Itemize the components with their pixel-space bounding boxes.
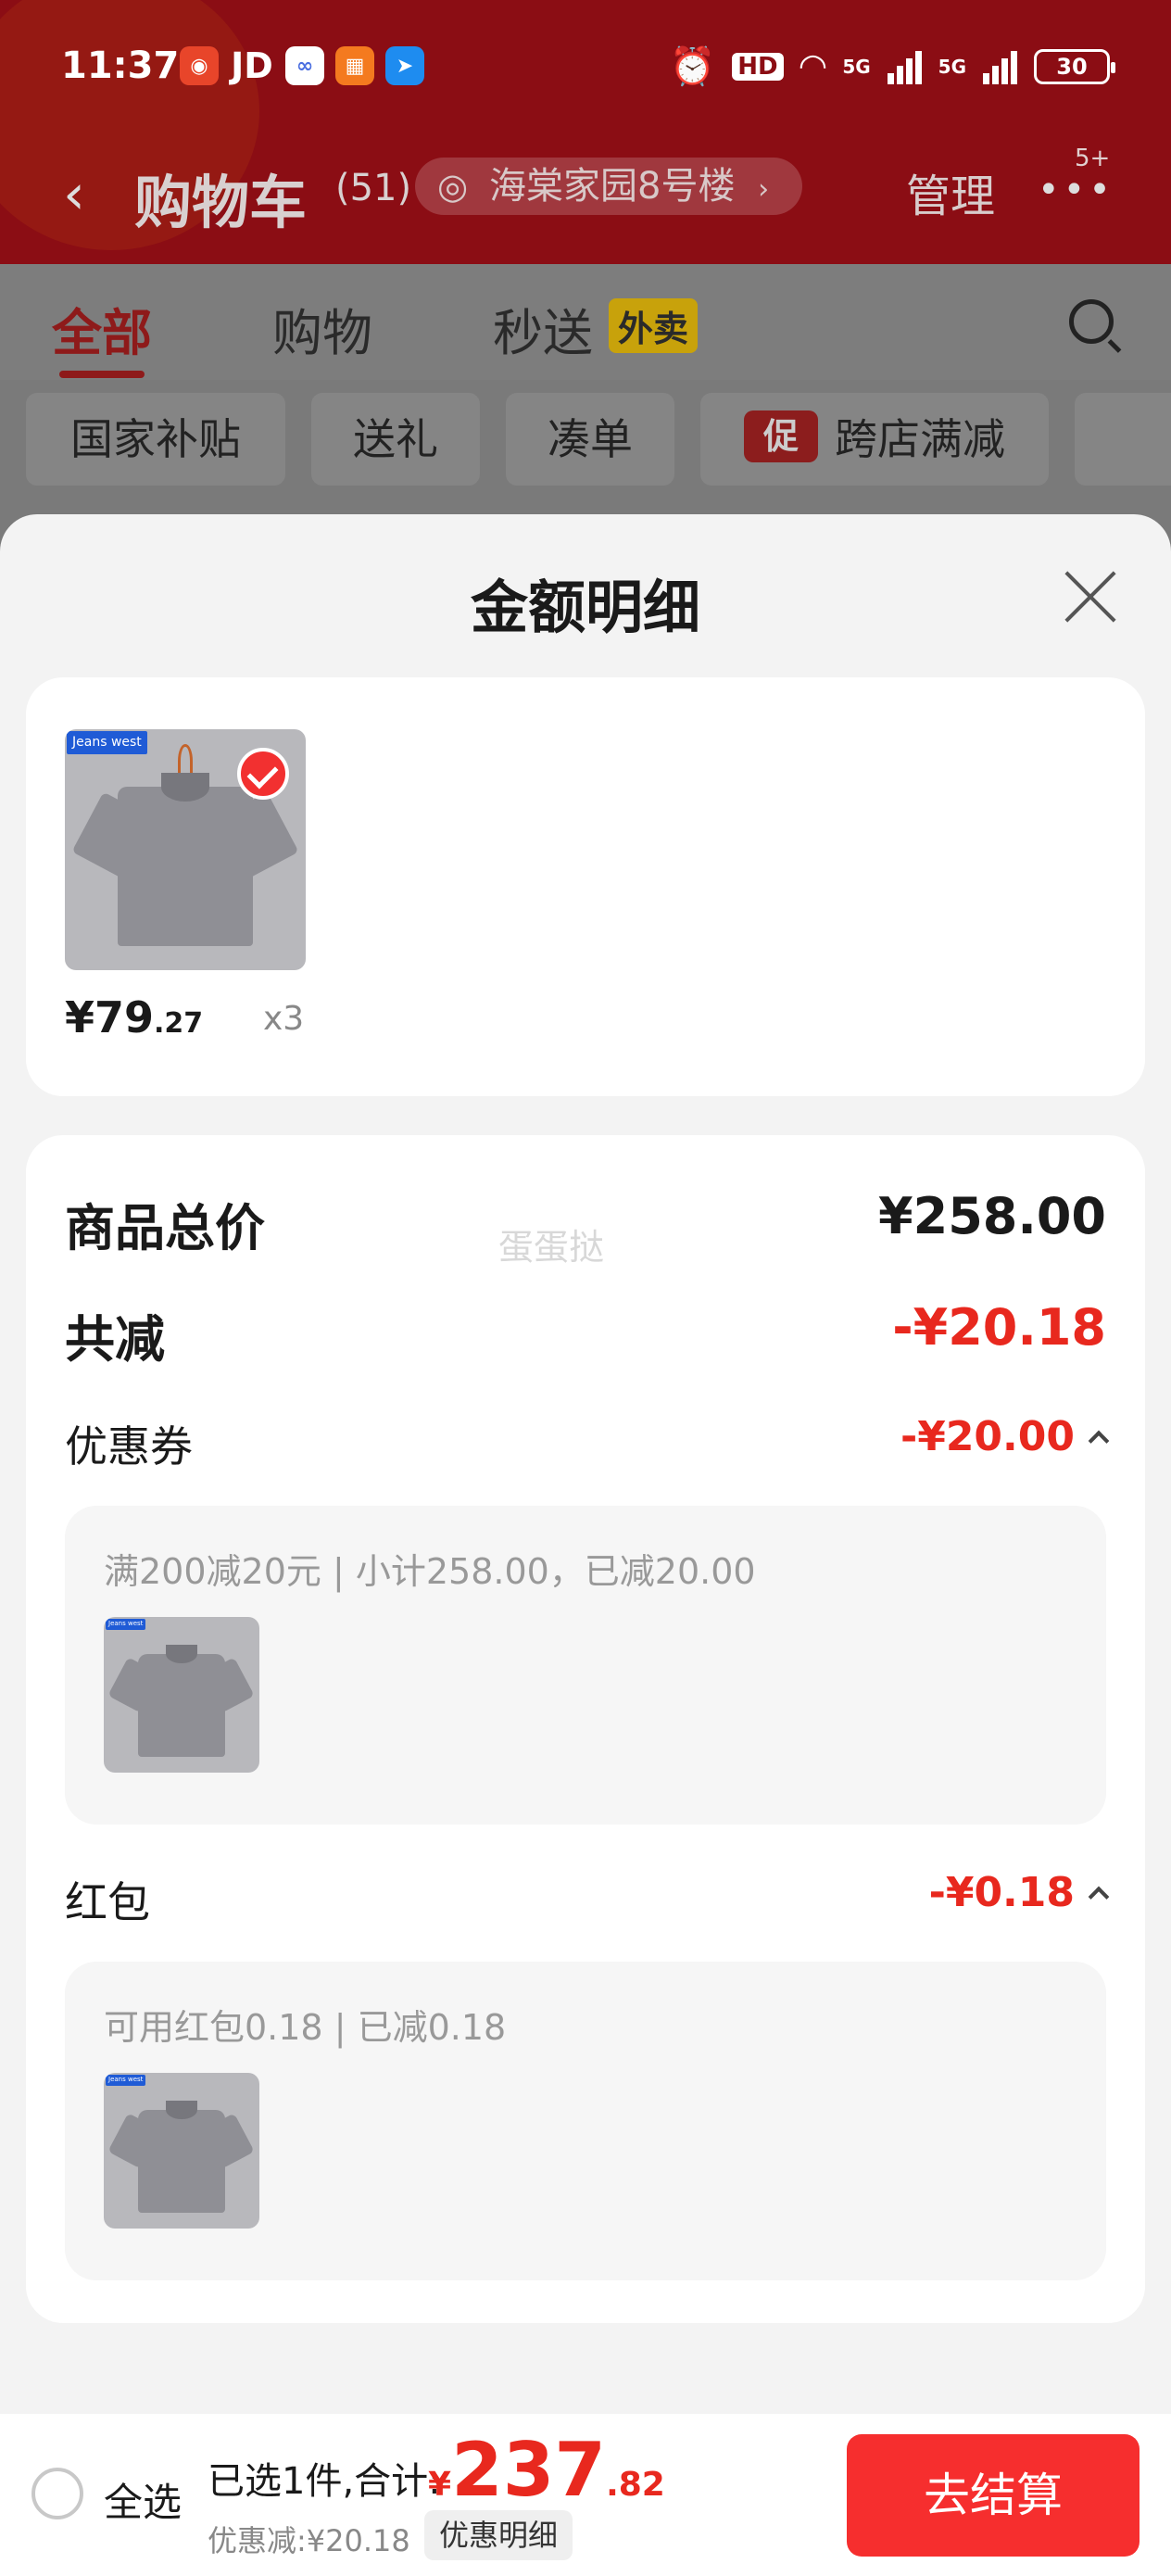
product-quantity: x3 bbox=[263, 1000, 305, 1038]
total-value: ¥258.00 bbox=[878, 1187, 1106, 1245]
total-label: 商品总价 bbox=[65, 1199, 265, 1257]
tab-all[interactable]: 全部 bbox=[52, 292, 152, 378]
chevron-up-icon[interactable] bbox=[1088, 1886, 1110, 1908]
discount-detail-button[interactable]: 优惠明细 bbox=[424, 2510, 573, 2560]
back-arrow-icon[interactable]: ‹ bbox=[63, 162, 85, 227]
takeout-badge: 外卖 bbox=[609, 298, 699, 353]
coupon-value: -¥20.00 bbox=[900, 1413, 1075, 1460]
amount-breakdown-card: 蛋蛋挞 商品总价 ¥258.00 共减 -¥20.18 优惠券 -¥20.00 … bbox=[26, 1135, 1145, 2323]
product-price: ¥79.27 bbox=[65, 992, 203, 1042]
discount-row: 共减 -¥20.18 bbox=[65, 1298, 1106, 1369]
redpacket-product-thumbnail[interactable]: Jeans west bbox=[104, 2073, 259, 2229]
close-icon[interactable] bbox=[1064, 570, 1117, 624]
status-time: 11:37 bbox=[61, 44, 180, 87]
page-title: 购物车 bbox=[134, 169, 308, 236]
chip-cross-store-discount[interactable]: 促跨店满减 bbox=[700, 393, 1049, 486]
filter-chips: 国家补贴 送礼 凑单 促跨店满减 bbox=[0, 380, 1171, 519]
checkout-button[interactable]: 去结算 bbox=[847, 2434, 1140, 2557]
app-notification-icon: ◉ bbox=[180, 46, 219, 85]
brand-logo: Jeans west bbox=[106, 2075, 146, 2086]
checkout-bar: 全选 已选1件,合计: ¥237.82 优惠减:¥20.18 优惠明细 去结算 bbox=[0, 2414, 1171, 2576]
brand-logo: Jeans west bbox=[106, 1619, 146, 1630]
cart-tabs: 全部 购物 秒送 外卖 bbox=[0, 264, 1171, 380]
system-icons: ⏰ HD ◠ 5G 5G 30 bbox=[669, 44, 1115, 88]
coupon-value-wrap: -¥20.00 bbox=[900, 1413, 1110, 1460]
shirt-body bbox=[137, 2110, 226, 2214]
price-integer: ¥79 bbox=[65, 992, 155, 1042]
more-badge: 5+ bbox=[1075, 145, 1111, 172]
redpacket-value: -¥0.18 bbox=[928, 1869, 1075, 1916]
redpacket-detail: 可用红包0.18 | 已减0.18 Jeans west bbox=[65, 1962, 1106, 2280]
select-all-label[interactable]: 全选 bbox=[104, 2471, 182, 2528]
coupon-desc: 满200减20元 | 小计258.00，已减20.00 bbox=[104, 1551, 756, 1592]
grid-app-icon: ▦ bbox=[335, 46, 374, 85]
product-image[interactable]: Jeans west bbox=[65, 729, 306, 970]
eye-icon: ◎ bbox=[437, 166, 469, 207]
alarm-icon: ⏰ bbox=[669, 45, 716, 88]
total-decimal: .82 bbox=[606, 2466, 665, 2504]
promo-tag: 促 bbox=[744, 410, 818, 462]
discount-summary: 优惠减:¥20.18 bbox=[208, 2523, 410, 2558]
selection-summary: 已选1件,合计: bbox=[208, 2460, 441, 2503]
chevron-right-icon: › bbox=[758, 173, 770, 206]
tab-express[interactable]: 秒送 bbox=[493, 292, 593, 365]
chip-gift[interactable]: 送礼 bbox=[311, 393, 480, 486]
sheet-title: 金额明细 bbox=[470, 574, 700, 641]
shirt-collar bbox=[161, 772, 209, 802]
product-card: Jeans west ¥79.27 x3 bbox=[26, 677, 1145, 1096]
redpacket-label: 红包 bbox=[65, 1877, 150, 1927]
signal-icon bbox=[887, 49, 922, 84]
network-label-1: 5G bbox=[842, 55, 871, 78]
select-all-radio[interactable] bbox=[31, 2468, 83, 2519]
manage-button[interactable]: 管理 bbox=[906, 159, 995, 224]
total-row: 商品总价 ¥258.00 bbox=[65, 1187, 1106, 1257]
battery-level: 30 bbox=[1056, 53, 1088, 80]
coupon-detail: 满200减20元 | 小计258.00，已减20.00 Jeans west bbox=[65, 1506, 1106, 1825]
battery-icon: 30 bbox=[1034, 48, 1115, 84]
total-currency: ¥ bbox=[428, 2466, 452, 2504]
cart-header: 11:37 ◉ JD ∞ ▦ ➤ ⏰ HD ◠ 5G 5G 30 ‹ 购物车 (… bbox=[0, 0, 1171, 264]
status-bar: 11:37 ◉ JD ∞ ▦ ➤ ⏰ HD ◠ 5G 5G 30 bbox=[0, 0, 1171, 139]
coupon-row[interactable]: 优惠券 -¥20.00 bbox=[65, 1413, 1110, 1471]
discount-label: 共减 bbox=[65, 1310, 165, 1369]
more-icon[interactable]: ••• bbox=[1038, 169, 1114, 211]
shirt-body bbox=[118, 787, 253, 946]
redpacket-desc: 可用红包0.18 | 已减0.18 bbox=[104, 2007, 507, 2048]
tab-shopping[interactable]: 购物 bbox=[272, 292, 372, 365]
chip-add-on[interactable]: 凑单 bbox=[506, 393, 674, 486]
hd-icon: HD bbox=[732, 52, 784, 81]
chip-more[interactable] bbox=[1075, 393, 1171, 486]
amount-detail-sheet: 金额明细 Jeans west ¥79.27 x3 蛋蛋挞 商品总价 ¥258.… bbox=[0, 514, 1171, 2576]
title-bar: ‹ 购物车 (51) ◎ 海棠家园8号楼 › 管理 ••• 5+ bbox=[0, 139, 1171, 241]
feather-app-icon: ➤ bbox=[385, 46, 424, 85]
shirt-body bbox=[137, 1654, 226, 1758]
cloud-app-icon: ∞ bbox=[285, 46, 324, 85]
brand-logo: Jeans west bbox=[67, 731, 147, 755]
signal-icon-2 bbox=[983, 49, 1017, 84]
address-selector[interactable]: ◎ 海棠家园8号楼 › bbox=[415, 158, 803, 215]
redpacket-row[interactable]: 红包 -¥0.18 bbox=[65, 1869, 1110, 1927]
coupon-product-thumbnail[interactable]: Jeans west bbox=[104, 1617, 259, 1773]
price-decimal: .27 bbox=[154, 1007, 204, 1040]
address-text: 海棠家园8号楼 bbox=[489, 165, 736, 208]
coupon-label: 优惠券 bbox=[65, 1421, 193, 1471]
search-icon[interactable] bbox=[1069, 299, 1114, 344]
chip-label: 跨店满减 bbox=[835, 414, 1005, 464]
cart-count: (51) bbox=[335, 167, 412, 209]
selected-check-icon[interactable] bbox=[237, 748, 289, 800]
chevron-up-icon[interactable] bbox=[1088, 1430, 1110, 1452]
jd-icon: JD bbox=[231, 45, 273, 86]
chip-national-subsidy[interactable]: 国家补贴 bbox=[26, 393, 285, 486]
total-amount: ¥237.82 bbox=[428, 2427, 665, 2513]
total-integer: 237 bbox=[451, 2427, 607, 2513]
notification-icons: ◉ JD ∞ ▦ ➤ bbox=[180, 45, 424, 86]
discount-value: -¥20.18 bbox=[892, 1298, 1106, 1357]
network-label-2: 5G bbox=[938, 55, 966, 78]
wifi-icon: ◠ bbox=[800, 47, 826, 85]
redpacket-value-wrap: -¥0.18 bbox=[928, 1869, 1110, 1916]
